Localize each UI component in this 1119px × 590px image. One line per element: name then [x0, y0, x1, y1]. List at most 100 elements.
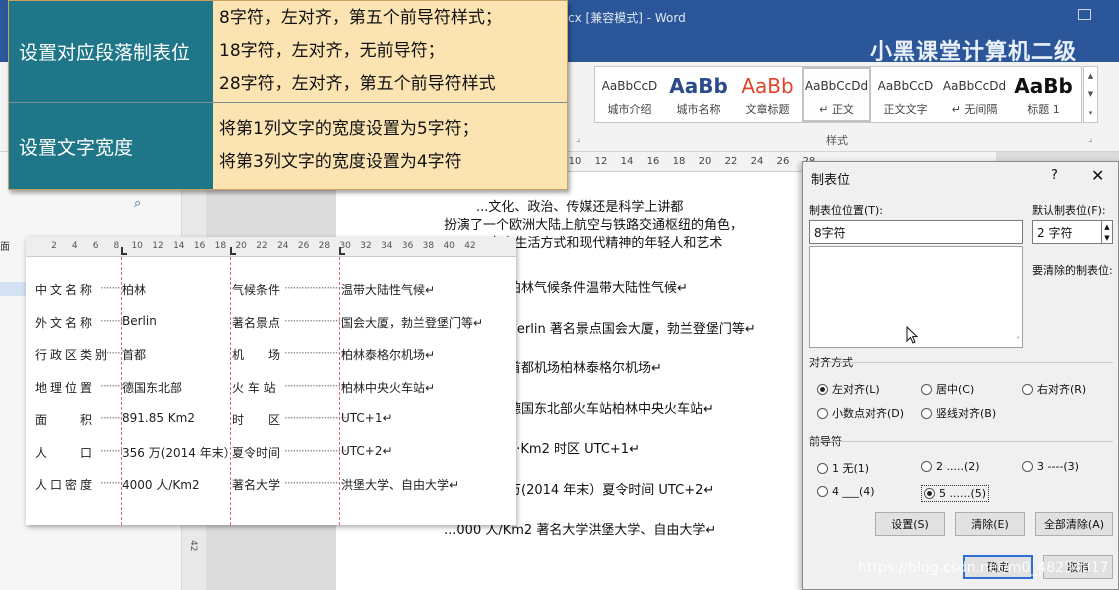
style-gallery-item[interactable]: AaBbCcD 正文文字	[871, 67, 940, 122]
radio-label: 1 无(1)	[832, 462, 870, 475]
restore-window-icon[interactable]	[1078, 9, 1091, 20]
ruler-tick: 42	[464, 241, 476, 251]
set-button[interactable]: 设置(S)	[875, 512, 945, 536]
style-gallery-item[interactable]: AaBb 标题 1	[1009, 67, 1078, 122]
left-tab-marker-icon[interactable]	[339, 247, 345, 255]
align-center-radio[interactable]: 居中(C)	[921, 381, 974, 397]
dialog-title: 制表位	[811, 173, 851, 188]
default-tab-label: 默认制表位(F):	[1032, 204, 1106, 217]
ruler-tick: 22	[256, 241, 268, 251]
radio-label: 2 .....(2)	[936, 460, 980, 473]
style-gallery-item[interactable]: AaBbCcD 城市介绍	[595, 67, 664, 122]
tab-leader: ······················	[284, 281, 347, 295]
ruler-tick: 28	[318, 241, 331, 251]
align-left-radio[interactable]: 左对齐(L)	[817, 381, 880, 397]
chevron-down-icon[interactable]: ˅	[1016, 336, 1020, 345]
ruler-number: 16	[646, 156, 660, 167]
search-icon[interactable]: ⌕	[134, 196, 141, 211]
radio-dot[interactable]	[817, 383, 828, 395]
paragraph-dialog-launcher-icon[interactable]: ⌟	[576, 134, 580, 144]
ruler-tick: 34	[381, 241, 393, 251]
style-name: 城市介绍	[607, 102, 652, 116]
radio-dot[interactable]	[1022, 461, 1033, 472]
chevron-down-icon[interactable]: ▼	[1088, 90, 1093, 98]
style-gallery-item[interactable]: AaBbCcDd ↵ 正文	[802, 67, 871, 122]
ruler-tick: 12	[152, 241, 164, 251]
spin-down-icon[interactable]: ▼	[1104, 234, 1109, 242]
leader-1-radio[interactable]: 1 无(1)	[817, 460, 869, 476]
chevron-up-icon[interactable]: ▲	[1088, 72, 1093, 80]
document-text-line[interactable]: 德国东北部火车站柏林中央火车站↵	[508, 398, 714, 417]
radio-label: 竖线对齐(B)	[936, 407, 997, 420]
tab-position-input[interactable]: 8字符	[809, 220, 1023, 244]
radio-dot[interactable]	[1022, 383, 1033, 395]
radio-dot[interactable]	[817, 462, 828, 474]
ruler-number: 20	[698, 156, 712, 167]
style-name: ↵ 无间隔	[951, 102, 998, 116]
document-text-line[interactable]: 5·Km2 时区 UTC+1↵	[508, 438, 640, 457]
radio-dot[interactable]	[921, 461, 932, 472]
ruler-tick: 24	[277, 241, 289, 251]
style-sample: AaBb	[669, 73, 728, 98]
style-name: 正文文字	[883, 102, 928, 116]
document-text-line[interactable]: Berlin 著名景点国会大厦，勃兰登堡门等↵	[508, 318, 756, 337]
leader-5-radio[interactable]: 5 ......(5)	[921, 485, 990, 502]
styles-dialog-launcher-icon[interactable]: ⌟	[1088, 134, 1092, 144]
tab-leader: ········	[100, 378, 123, 393]
left-tab-marker-icon[interactable]	[121, 247, 127, 255]
radio-dot[interactable]	[817, 407, 828, 419]
document-text-line[interactable]: 扮演了一个欧洲大陆上航空与铁路交通枢纽的角色，	[444, 214, 743, 233]
radio-dot[interactable]	[921, 407, 932, 419]
left-tab-marker-icon[interactable]	[230, 247, 236, 255]
tab-leader: ······················	[284, 378, 347, 393]
radio-label: 右对齐(R)	[1037, 383, 1087, 396]
close-icon[interactable]: ✕	[1091, 166, 1104, 185]
align-right-radio[interactable]: 右对齐(R)	[1022, 381, 1086, 397]
align-bar-radio[interactable]: 竖线对齐(B)	[921, 405, 996, 421]
spin-up-icon[interactable]: ▲	[1104, 223, 1109, 231]
help-icon[interactable]: ?	[1051, 168, 1058, 183]
clear-all-button[interactable]: 全部清除(A)	[1035, 512, 1113, 536]
style-sample: AaBb	[741, 73, 794, 98]
leader-2-radio[interactable]: 2 .....(2)	[921, 460, 980, 473]
ruler-tick: 10	[131, 241, 143, 251]
radio-label: 左对齐(L)	[832, 383, 880, 396]
radio-label: 居中(C)	[936, 383, 975, 396]
ruler-number: 24	[750, 156, 764, 167]
tab-leader: ········	[100, 313, 123, 328]
field-label: 中文名称	[35, 283, 96, 297]
document-text-line[interactable]: 柏林气候条件温带大陆性气候↵	[508, 277, 688, 296]
document-text-line[interactable]: 首都机场柏林泰格尔机场↵	[508, 357, 662, 376]
tab-leader: ········	[100, 281, 123, 295]
document-text-line[interactable]: 万(2014 年末）夏令时间 UTC+2↵	[508, 479, 714, 498]
field-label: 面 积	[35, 413, 96, 427]
example-result-inset: 2 4 6 8 10 12 14 16 18 20 22 24 26 28 30 32 34 36 38 40 42 中…	[26, 237, 516, 525]
style-name: 标题 1	[1027, 102, 1060, 116]
leader-3-radio[interactable]: 3 ----(3)	[1022, 460, 1079, 473]
clear-button[interactable]: 清除(E)	[955, 512, 1025, 536]
radio-dot[interactable]	[817, 486, 828, 497]
radio-dot[interactable]	[924, 488, 935, 499]
style-gallery-item[interactable]: AaBb 文章标题	[733, 67, 802, 122]
leader-4-radio[interactable]: 4 ___(4)	[817, 485, 875, 498]
ruler-tick: 14	[173, 241, 185, 251]
mouse-cursor-icon	[906, 325, 919, 348]
align-decimal-radio[interactable]: 小数点对齐(D)	[817, 405, 904, 421]
radio-dot[interactable]	[921, 383, 932, 395]
field-value: 温带大陆性气候↵	[341, 283, 436, 297]
tab-position-label: 制表位位置(T):	[809, 204, 884, 217]
ruler-tick: 26	[297, 241, 310, 251]
gallery-more-icon[interactable]: ▾	[1089, 109, 1093, 117]
default-tab-spin-buttons[interactable]: ▲ ▼	[1101, 220, 1113, 244]
style-gallery-item[interactable]: AaBb 城市名称	[664, 67, 733, 122]
default-tab-stepper[interactable]: 2 字符	[1032, 220, 1102, 244]
nav-pane-fragment: 面	[0, 242, 10, 253]
document-text-line[interactable]: ...文化、政治、传媒还是科学上讲都	[476, 196, 683, 215]
style-gallery-item[interactable]: AaBbCcDd ↵ 无间隔	[940, 67, 1009, 122]
gallery-scroll-arrows[interactable]: ▲ ▼ ▾	[1083, 66, 1098, 123]
nav-pane-selected-item[interactable]	[0, 282, 26, 296]
field-value: 356 万(2014 年末）	[122, 445, 236, 460]
styles-gallery[interactable]: AaBbCcD 城市介绍 AaBb 城市名称 AaBb 文章标题 AaBbCcDd ↵ 正文 A…	[594, 66, 1082, 123]
field-value: UTC+1↵	[341, 411, 393, 425]
radio-label: 4 ___(4)	[832, 485, 875, 498]
